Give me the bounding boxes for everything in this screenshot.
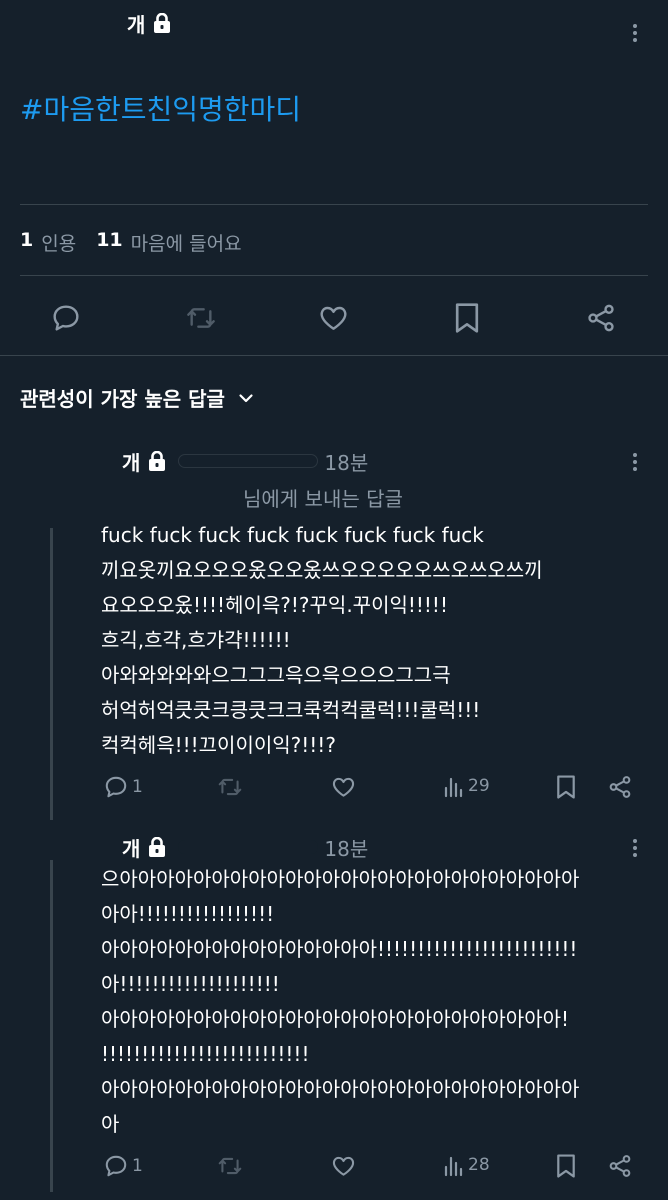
reply-time[interactable]: 18분 (324, 833, 368, 862)
share-icon[interactable] (585, 302, 617, 334)
hashtag-link[interactable]: #마음한트친익명한마디 (20, 88, 301, 128)
tweet-stats: 1 인용 11 마음에 들어요 (20, 229, 242, 256)
redacted-handle (178, 454, 319, 468)
thread-line (50, 860, 53, 1192)
lock-icon (148, 837, 166, 857)
reply-2-text: 으아아아아아아아아아아아아아아아아아아아아아아아아아 아아!!!!!!!!!!!… (101, 867, 580, 1136)
reply-to-label: 님에게 보내는 답글 (243, 487, 403, 511)
author-name[interactable]: 개 (122, 447, 140, 476)
comment-icon[interactable] (50, 302, 82, 334)
bookmark-icon[interactable] (555, 773, 577, 801)
comment-icon (103, 1153, 129, 1179)
analytics-icon (443, 1153, 465, 1177)
quotes-count[interactable]: 1 (20, 229, 33, 256)
redacted-handle (178, 840, 319, 854)
heart-icon[interactable] (330, 1153, 357, 1179)
views-count: 28 (468, 1155, 490, 1175)
bookmark-icon[interactable] (555, 1152, 577, 1180)
reply-count: 1 (132, 777, 143, 797)
author-name[interactable]: 개 (127, 9, 145, 38)
reply-2-header: 개 18분 (122, 832, 368, 862)
analytics-icon (443, 774, 465, 798)
share-icon[interactable] (607, 1153, 633, 1179)
replies-sort-button[interactable]: 관련성이 가장 높은 답글 (20, 383, 255, 412)
share-icon[interactable] (607, 774, 633, 800)
thread-line (50, 528, 53, 820)
more-options-icon[interactable] (632, 453, 638, 474)
reply-comment-button[interactable]: 1 (103, 1153, 143, 1179)
views-button[interactable]: 28 (440, 1153, 490, 1177)
heart-icon[interactable] (317, 302, 350, 334)
reply-comment-button[interactable]: 1 (103, 774, 143, 800)
reply-1-text: fuck fuck fuck fuck fuck fuck fuck fuck … (101, 523, 543, 757)
lock-icon (153, 13, 171, 33)
views-count: 29 (468, 776, 490, 796)
retweet-icon[interactable] (184, 302, 218, 334)
main-tweet-header: 개 (127, 8, 171, 38)
likes-count[interactable]: 11 (96, 229, 122, 256)
more-options-icon[interactable] (632, 839, 638, 860)
likes-label[interactable]: 마음에 들어요 (131, 229, 242, 256)
bookmark-icon[interactable] (453, 301, 481, 335)
author-name[interactable]: 개 (122, 833, 140, 862)
views-button[interactable]: 29 (440, 774, 490, 798)
retweet-icon[interactable] (216, 774, 244, 800)
quotes-label[interactable]: 인용 (41, 229, 76, 256)
reply-count: 1 (132, 1156, 143, 1176)
chevron-down-icon (237, 389, 255, 407)
replies-sort-label: 관련성이 가장 높은 답글 (20, 387, 225, 411)
reply-time[interactable]: 18분 (324, 447, 368, 476)
heart-icon[interactable] (330, 774, 357, 800)
retweet-icon[interactable] (216, 1153, 244, 1179)
reply-1-header: 개 18분 (122, 446, 368, 476)
more-options-icon[interactable] (632, 24, 638, 45)
comment-icon (103, 774, 129, 800)
lock-icon (148, 451, 166, 471)
